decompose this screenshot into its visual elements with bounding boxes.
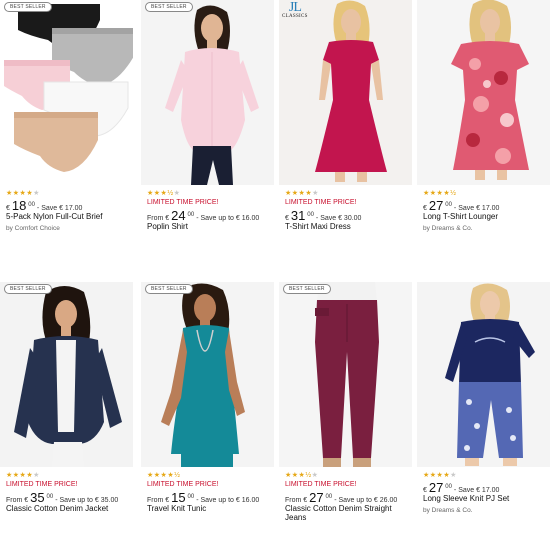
product-card[interactable]: BEST SELLER ★★★½★ LIMITED TIME PRICE! Fr… [141, 0, 274, 234]
woman-shirt-illustration [165, 5, 259, 185]
product-image[interactable]: BEST SELLER [0, 0, 133, 185]
price-main: 27 [309, 490, 324, 505]
price: € 31 00 - Save € 30.00 [285, 208, 412, 223]
price-main: 27 [428, 198, 444, 213]
woman-dress-illustration [315, 0, 387, 182]
best-seller-badge: BEST SELLER [4, 284, 52, 294]
product-image[interactable]: BEST SELLER [141, 282, 274, 467]
product-name[interactable]: Long T-Shirt Lounger [423, 212, 550, 224]
price-main: 15 [171, 490, 186, 505]
price-cents: 00 [187, 212, 195, 218]
rating-stars: ★★★★★ [6, 472, 40, 479]
product-card[interactable]: JL CLASSICS ★★★★★ LIMITED TIME PRICE! € … [279, 0, 412, 234]
price-save: - Save € 17.00 [36, 205, 83, 212]
product-card[interactable]: BEST SELLER ★★★★★ € 18 00 - Save € 17.00… [0, 0, 133, 234]
product-name[interactable]: Travel Knit Tunic [147, 504, 274, 516]
price-main: 31 [290, 208, 306, 223]
price: From € 35 00 - Save up to € 35.00 [6, 490, 133, 505]
price: From € 27 00 - Save up to € 26.00 [285, 490, 412, 505]
brand-name: by Dreams & Co. [423, 225, 473, 232]
rating-stars: ★★★½★ [285, 472, 319, 479]
price-cents: 00 [325, 494, 333, 500]
product-image[interactable]: BEST SELLER [141, 0, 274, 185]
price-save: - Save € 17.00 [453, 487, 500, 494]
best-seller-badge: BEST SELLER [145, 2, 193, 12]
brand-name: by Comfort Choice [6, 225, 60, 232]
price-save: - Save up to € 16.00 [196, 215, 260, 222]
price-cents: 00 [28, 202, 35, 208]
brief-pack-illustration [4, 4, 133, 172]
brand-name: by Dreams & Co. [423, 507, 473, 514]
rating-stars: ★★★★★ [285, 190, 319, 197]
product-image[interactable] [417, 0, 550, 185]
product-card[interactable]: ★★★★½ € 27 00 - Save € 17.00 Long T-Shir… [417, 0, 550, 234]
woman-floral-lounger-illustration [451, 0, 529, 180]
currency: € [423, 205, 427, 212]
promo-label: LIMITED TIME PRICE! [285, 481, 357, 488]
rating-stars: ★★★★★ [423, 472, 457, 479]
price-save: - Save up to € 16.00 [196, 497, 260, 504]
price: € 27 00 - Save € 17.00 [423, 480, 550, 495]
best-seller-badge: BEST SELLER [4, 2, 52, 12]
rating-stars: ★★★★½ [423, 190, 457, 197]
rating-stars: ★★★★★ [6, 190, 40, 197]
best-seller-badge: BEST SELLER [145, 284, 193, 294]
price-save: - Save up to € 35.00 [55, 497, 119, 504]
price-main: 27 [428, 480, 444, 495]
woman-pj-set-illustration [445, 283, 535, 466]
currency: € [423, 487, 427, 494]
price-main: 18 [11, 198, 27, 213]
product-name[interactable]: Long Sleeve Knit PJ Set [423, 494, 550, 506]
currency: From € [147, 215, 170, 222]
product-card[interactable]: ★★★★★ € 27 00 - Save € 17.00 Long Sleeve… [417, 282, 550, 516]
product-card[interactable]: BEST SELLER ★★★★½ LIMITED TIME PRICE! Fr… [141, 282, 274, 516]
price-save: - Save up to € 26.00 [334, 497, 398, 504]
price: From € 24 00 - Save up to € 16.00 [147, 208, 274, 223]
price-main: 24 [171, 208, 186, 223]
currency: € [285, 215, 289, 222]
currency: From € [6, 497, 29, 504]
price: € 18 00 - Save € 17.00 [6, 198, 133, 213]
woman-tunic-illustration [161, 283, 245, 467]
currency: From € [147, 497, 170, 504]
product-image[interactable]: JL CLASSICS [279, 0, 412, 185]
promo-label: LIMITED TIME PRICE! [147, 481, 219, 488]
price-cents: 00 [46, 494, 54, 500]
price-cents: 00 [307, 212, 314, 218]
price-main: 35 [30, 490, 45, 505]
product-card[interactable]: BEST SELLER ★★★★★ LIMITED TIME PRICE! Fr… [0, 282, 133, 516]
product-image[interactable]: BEST SELLER [279, 282, 412, 467]
product-name[interactable]: Poplin Shirt [147, 222, 274, 234]
product-name[interactable]: Classic Cotton Denim Straight Jeans [285, 504, 412, 524]
price-save: - Save € 30.00 [315, 215, 362, 222]
promo-label: LIMITED TIME PRICE! [285, 199, 357, 206]
price-save: - Save € 17.00 [453, 205, 500, 212]
product-grid: BEST SELLER ★★★★★ € 18 00 - Save € 17.00… [0, 0, 550, 547]
product-image[interactable] [417, 282, 550, 467]
brand-logo: JL CLASSICS [282, 0, 308, 20]
product-name[interactable]: Classic Cotton Denim Jacket [6, 504, 133, 516]
promo-label: LIMITED TIME PRICE! [147, 199, 219, 206]
product-name[interactable]: 5-Pack Nylon Full-Cut Brief [6, 212, 133, 224]
currency: From € [285, 497, 308, 504]
product-name[interactable]: T-Shirt Maxi Dress [285, 222, 412, 234]
price-cents: 00 [445, 484, 452, 490]
price-cents: 00 [445, 202, 452, 208]
currency: € [6, 205, 10, 212]
best-seller-badge: BEST SELLER [283, 284, 331, 294]
jeans-illustration [315, 282, 379, 467]
promo-label: LIMITED TIME PRICE! [6, 481, 78, 488]
price: From € 15 00 - Save up to € 16.00 [147, 490, 274, 505]
rating-stars: ★★★★½ [147, 472, 181, 479]
price: € 27 00 - Save € 17.00 [423, 198, 550, 213]
product-card[interactable]: BEST SELLER ★★★½★ LIMITED TIME PRICE! Fr… [279, 282, 412, 524]
price-cents: 00 [187, 494, 195, 500]
product-image[interactable]: BEST SELLER [0, 282, 133, 467]
woman-denim-jacket-illustration [14, 286, 122, 467]
rating-stars: ★★★½★ [147, 190, 181, 197]
